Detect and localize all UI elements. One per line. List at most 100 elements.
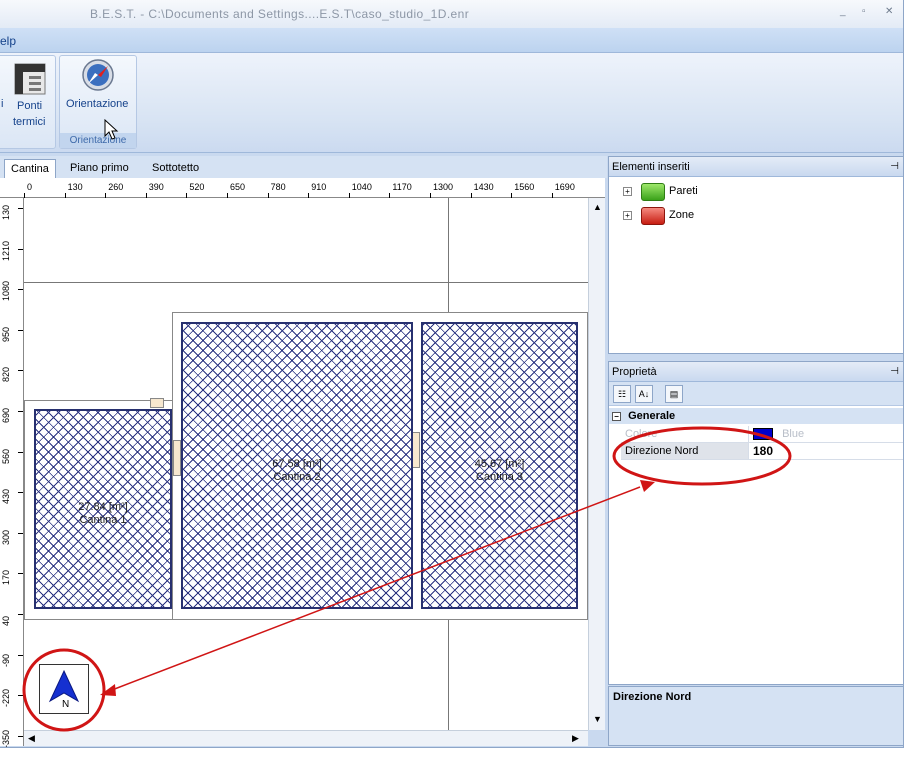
property-row-colore[interactable]: Colore Blue [621, 426, 903, 443]
ponti-termici-label-1: Ponti [17, 100, 43, 112]
ruler-tick-mark [18, 573, 23, 575]
door-marker [150, 398, 164, 408]
compass-icon [82, 59, 114, 91]
ruler-tick-mark [18, 208, 23, 209]
category-label: Generale [628, 410, 676, 422]
tree-item-label: Pareti [669, 185, 698, 197]
tab-cantina[interactable]: Cantina [4, 159, 56, 178]
properties-panel: Proprietà ⊣ ☷ A↓ ▤ − Generale Colore Blu… [608, 361, 903, 685]
room-label: 45.67 [m²] Cantina 3 [423, 458, 576, 484]
ruler-tick-label: 430 [1, 489, 11, 505]
ruler-tick-label: 1560 [514, 182, 535, 192]
close-button[interactable]: ✕ [885, 6, 893, 17]
ruler-tick-label: 650 [230, 182, 246, 192]
floor-tabs: Cantina Piano primo Sottotetto [0, 156, 607, 178]
ruler-tick-label: 690 [1, 407, 11, 423]
expand-icon[interactable]: + [623, 211, 632, 220]
ribbon-partial-label: i [1, 98, 4, 110]
ribbon-group-orientazione: Orientazione Orientazione [59, 55, 137, 149]
ruler-tick-label: 1210 [1, 240, 11, 261]
tab-sottotetto[interactable]: Sottotetto [146, 159, 205, 178]
property-name: Colore [621, 426, 749, 442]
menu-help[interactable]: elp [0, 34, 16, 48]
ruler-tick-label: 390 [148, 182, 164, 192]
ruler-tick-mark [18, 695, 23, 697]
room-cantina-3[interactable]: 45.67 [m²] Cantina 3 [421, 322, 578, 609]
scroll-up-arrow-icon[interactable]: ▲ [593, 202, 602, 212]
ruler-tick-mark [18, 614, 23, 615]
ribbon: i Ponti termici Orientazione Orientazion… [0, 53, 903, 153]
ruler-tick-label: 520 [189, 182, 205, 192]
thermal-bridge-icon [14, 63, 46, 95]
property-value-text: Blue [782, 428, 805, 440]
application-window: B.E.S.T. - C:\Documents and Settings....… [0, 0, 904, 748]
alphabetical-sort-icon[interactable]: A↓ [635, 385, 653, 403]
pin-icon[interactable]: ⊣ [890, 362, 899, 382]
ribbon-group-caption: Orientazione [60, 133, 136, 148]
room-area: 45.67 [m²] [474, 458, 525, 470]
property-name: Direzione Nord [621, 443, 749, 459]
grid-line [24, 282, 588, 283]
window-title: B.E.S.T. - C:\Documents and Settings....… [90, 7, 470, 21]
description-title: Direzione Nord [613, 691, 692, 703]
tab-piano-primo[interactable]: Piano primo [64, 159, 135, 178]
room-label: 27.84 [m²] Cantina 1 [36, 501, 170, 527]
vertical-scrollbar[interactable]: ▲ ▼ [588, 198, 605, 730]
property-pages-icon[interactable]: ▤ [665, 385, 683, 403]
ruler-tick-label: 560 [1, 448, 11, 464]
room-label: 67.58 [m²] Cantina 2 [183, 458, 411, 484]
ponti-termici-button[interactable]: Ponti termici [11, 60, 51, 132]
restore-button[interactable]: ▫ [862, 6, 866, 17]
scroll-left-arrow-icon[interactable]: ◀ [28, 733, 35, 744]
room-cantina-2[interactable]: 67.58 [m²] Cantina 2 [181, 322, 413, 609]
property-value[interactable]: 180 [751, 443, 773, 459]
north-arrow-icon: N [48, 669, 80, 710]
ruler-tick-mark [18, 492, 23, 494]
ruler-tick-mark [18, 289, 23, 291]
compass-letter: N [62, 699, 69, 710]
ruler-tick-label: 260 [108, 182, 124, 192]
minimize-button[interactable]: _ [840, 6, 846, 17]
floor-plan-canvas[interactable]: 27.84 [m²] Cantina 1 67.58 [m²] Cantina … [24, 198, 588, 730]
property-row-direzione-nord[interactable]: Direzione Nord 180 [621, 443, 903, 460]
scroll-right-arrow-icon[interactable]: ▶ [572, 733, 579, 744]
ruler-tick-label: 1430 [473, 182, 494, 192]
ruler-tick-mark [18, 451, 23, 453]
ruler-tick-mark [18, 654, 23, 656]
north-compass[interactable]: N [39, 664, 89, 714]
room-name: Cantina 3 [475, 471, 524, 483]
ruler-tick-label: -350 [1, 729, 11, 748]
ruler-tick-label: 1040 [351, 182, 372, 192]
ruler-tick-label: 1080 [1, 281, 11, 302]
pin-icon[interactable]: ⊣ [890, 157, 899, 177]
horizontal-scrollbar[interactable]: ◀ ▶ [24, 730, 588, 746]
ribbon-group-ponti: i Ponti termici [0, 55, 56, 149]
ruler-tick-label: 1170 [392, 182, 412, 192]
collapse-icon[interactable]: − [612, 412, 621, 421]
ruler-tick-label: 170 [1, 570, 11, 586]
door-marker [173, 440, 181, 476]
properties-panel-header: Proprietà ⊣ [609, 362, 903, 382]
property-value[interactable]: Blue [751, 426, 804, 442]
ruler-tick-label: 130 [67, 182, 83, 192]
orientazione-label: Orientazione [66, 98, 129, 110]
room-cantina-1[interactable]: 27.84 [m²] Cantina 1 [34, 409, 172, 609]
mouse-cursor-icon [104, 119, 119, 140]
room-area: 67.58 [m²] [272, 458, 322, 470]
room-name: Cantina 1 [79, 514, 127, 526]
elements-panel-title: Elementi inseriti [612, 161, 690, 173]
categorized-view-icon[interactable]: ☷ [613, 385, 631, 403]
properties-panel-title: Proprietà [612, 366, 657, 378]
scroll-down-arrow-icon[interactable]: ▼ [593, 714, 602, 724]
ponti-termici-label-2: termici [13, 116, 46, 128]
orientazione-button[interactable]: Orientazione [62, 58, 134, 128]
elements-panel-header: Elementi inseriti ⊣ [609, 157, 903, 177]
ruler-tick-label: 300 [1, 529, 11, 545]
folder-icon [641, 183, 665, 201]
ruler-tick-mark [18, 329, 23, 331]
ruler-tick-label: 820 [1, 367, 11, 383]
title-bar: B.E.S.T. - C:\Documents and Settings....… [0, 0, 903, 28]
room-area: 27.84 [m²] [78, 501, 128, 513]
category-generale[interactable]: − Generale [609, 408, 903, 424]
expand-icon[interactable]: + [623, 187, 632, 196]
